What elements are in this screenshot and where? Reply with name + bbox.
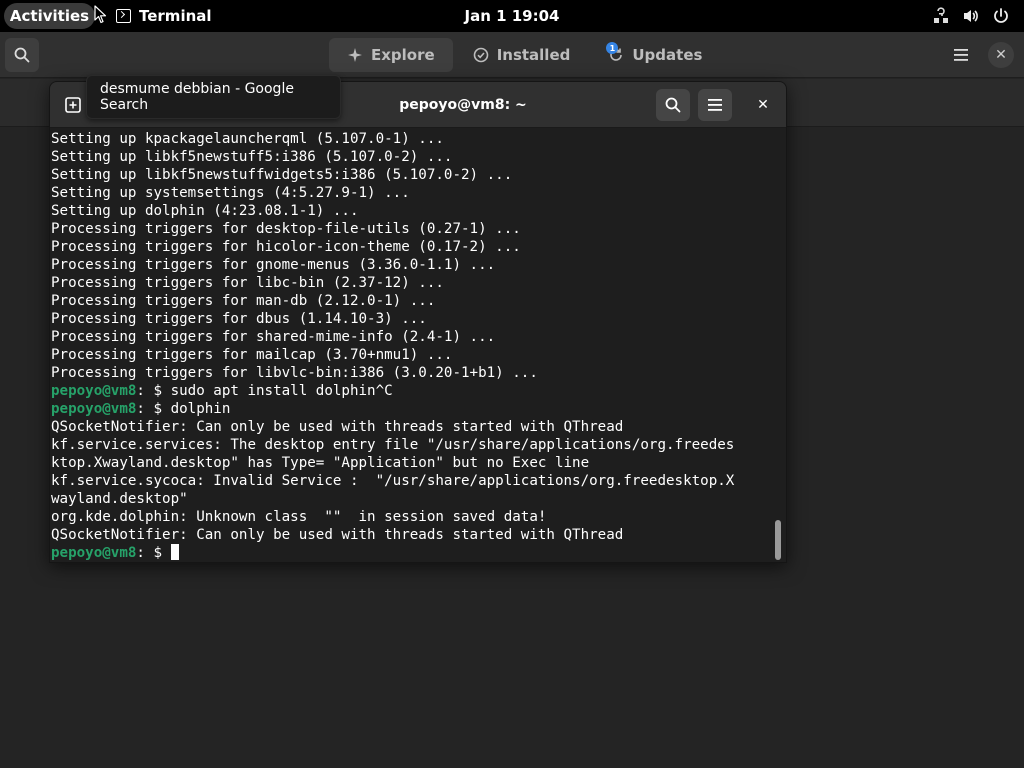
terminal-output-line: Setting up systemsettings (4:5.27.9-1) .…	[51, 184, 773, 202]
terminal-search-button[interactable]	[656, 89, 690, 121]
hamburger-menu-icon	[708, 99, 722, 111]
terminal-icon	[116, 9, 131, 23]
output-text: wayland.desktop"	[51, 491, 188, 507]
terminal-output-line: Processing triggers for dbus (1.14.10-3)…	[51, 310, 773, 328]
terminal-output-line: Setting up libkf5newstuffwidgets5:i386 (…	[51, 166, 773, 184]
mouse-pointer-icon	[94, 5, 107, 24]
terminal-output-line: Processing triggers for man-db (2.12.0-1…	[51, 292, 773, 310]
tab-updates-label: Updates	[632, 46, 703, 64]
output-text: Setting up libkf5newstuffwidgets5:i386 (…	[51, 167, 513, 183]
terminal-output-line: Processing triggers for shared-mime-info…	[51, 328, 773, 346]
tab-installed[interactable]: Installed	[455, 38, 589, 72]
tab-tooltip: desmume debbian - Google Search	[86, 75, 341, 119]
terminal-output-line: org.kde.dolphin: Unknown class "" in ses…	[51, 508, 773, 526]
output-text: Processing triggers for mailcap (3.70+nm…	[51, 347, 453, 363]
sparkle-icon	[348, 48, 362, 62]
terminal-cursor	[170, 544, 179, 560]
terminal-output-line: kf.service.services: The desktop entry f…	[51, 436, 773, 454]
output-text: Processing triggers for libvlc-bin:i386 …	[51, 365, 538, 381]
output-text: QSocketNotifier: Can only be used with t…	[51, 419, 624, 435]
terminal-menu-button[interactable]	[698, 89, 732, 121]
terminal-output[interactable]: Setting up kpackagelauncherqml (5.107.0-…	[51, 130, 773, 562]
hamburger-menu-icon	[954, 49, 968, 61]
terminal-output-line: Setting up libkf5newstuff5:i386 (5.107.0…	[51, 148, 773, 166]
terminal-output-line: QSocketNotifier: Can only be used with t…	[51, 418, 773, 436]
tab-updates[interactable]: 1 Updates	[590, 38, 720, 72]
terminal-prompt-line: pepoyo@vm8: $ dolphin	[51, 400, 773, 418]
terminal-output-line: Processing triggers for desktop-file-uti…	[51, 220, 773, 238]
output-text: Setting up libkf5newstuff5:i386 (5.107.0…	[51, 149, 453, 165]
activities-label: Activities	[9, 7, 90, 25]
output-text: Setting up kpackagelauncherqml (5.107.0-…	[51, 131, 444, 147]
tab-installed-label: Installed	[496, 46, 571, 64]
prompt-user: pepoyo@vm8	[51, 383, 137, 399]
terminal-output-line: Processing triggers for libc-bin (2.37-1…	[51, 274, 773, 292]
software-menu-button[interactable]	[944, 38, 978, 72]
output-text: Processing triggers for desktop-file-uti…	[51, 221, 521, 237]
output-text: ktop.Xwayland.desktop" has Type= "Applic…	[51, 455, 590, 471]
output-text: Setting up systemsettings (4:5.27.9-1) .…	[51, 185, 410, 201]
app-menu-label: Terminal	[139, 7, 212, 25]
network-unknown-icon	[934, 7, 948, 23]
prompt-suffix: : $	[136, 545, 171, 561]
search-icon	[14, 47, 30, 63]
software-search-button[interactable]	[5, 38, 39, 72]
prompt-command: dolphin	[170, 401, 231, 417]
terminal-output-line: Processing triggers for gnome-menus (3.3…	[51, 256, 773, 274]
prompt-user: pepoyo@vm8	[51, 401, 137, 417]
output-text: Processing triggers for shared-mime-info…	[51, 329, 496, 345]
terminal-output-line: Setting up dolphin (4:23.08.1-1) ...	[51, 202, 773, 220]
terminal-close-button[interactable]: ✕	[750, 92, 776, 118]
check-circle-icon	[473, 47, 488, 63]
tab-explore-label: Explore	[371, 46, 435, 64]
output-text: kf.service.sycoca: Invalid Service : "/u…	[51, 473, 735, 489]
prompt-command: sudo apt install dolphin^C	[170, 383, 393, 399]
software-tabs: Explore Installed 1 Updates	[329, 38, 720, 72]
output-text: Processing triggers for libc-bin (2.37-1…	[51, 275, 444, 291]
system-tray[interactable]	[932, 0, 1010, 32]
close-icon: ✕	[995, 47, 1007, 63]
output-text: Processing triggers for dbus (1.14.10-3)…	[51, 311, 427, 327]
software-header: Explore Installed 1 Updates ✕	[0, 32, 1024, 78]
output-text: Setting up dolphin (4:23.08.1-1) ...	[51, 203, 359, 219]
prompt-suffix: : $	[136, 383, 171, 399]
terminal-output-line: Processing triggers for mailcap (3.70+nm…	[51, 346, 773, 364]
terminal-prompt-line: pepoyo@vm8: $	[51, 544, 773, 562]
output-text: kf.service.services: The desktop entry f…	[51, 437, 735, 453]
terminal-window[interactable]: pepoyo@vm8: ~ ✕ Setting up kpackagelaunc…	[49, 81, 787, 563]
power-icon	[994, 8, 1008, 23]
tooltip-text: desmume debbian - Google Search	[100, 81, 294, 113]
refresh-icon-wrap: 1	[606, 42, 624, 63]
terminal-output-line: kf.service.sycoca: Invalid Service : "/u…	[51, 472, 773, 490]
output-text: QSocketNotifier: Can only be used with t…	[51, 527, 624, 543]
prompt-suffix: : $	[136, 401, 171, 417]
output-text: Processing triggers for gnome-menus (3.3…	[51, 257, 496, 273]
output-text: org.kde.dolphin: Unknown class "" in ses…	[51, 509, 547, 525]
terminal-output-line: QSocketNotifier: Can only be used with t…	[51, 526, 773, 544]
volume-icon	[964, 10, 978, 22]
clock[interactable]: Jan 1 19:04	[464, 7, 559, 25]
terminal-output-line: wayland.desktop"	[51, 490, 773, 508]
software-close-button[interactable]: ✕	[988, 42, 1014, 68]
tab-explore[interactable]: Explore	[329, 38, 453, 72]
terminal-output-line: ktop.Xwayland.desktop" has Type= "Applic…	[51, 454, 773, 472]
terminal-output-line: Processing triggers for libvlc-bin:i386 …	[51, 364, 773, 382]
close-icon: ✕	[757, 97, 769, 113]
terminal-scrollbar[interactable]	[775, 520, 781, 560]
terminal-output-line: Setting up kpackagelauncherqml (5.107.0-…	[51, 130, 773, 148]
output-text: Processing triggers for man-db (2.12.0-1…	[51, 293, 436, 309]
prompt-user: pepoyo@vm8	[51, 545, 137, 561]
top-bar: Activities Terminal Jan 1 19:04	[0, 0, 1024, 32]
terminal-prompt-line: pepoyo@vm8: $ sudo apt install dolphin^C	[51, 382, 773, 400]
output-text: Processing triggers for hicolor-icon-the…	[51, 239, 521, 255]
terminal-title: pepoyo@vm8: ~	[399, 97, 527, 113]
app-menu-terminal[interactable]: Terminal	[116, 0, 212, 32]
terminal-output-line: Processing triggers for hicolor-icon-the…	[51, 238, 773, 256]
activities-button[interactable]: Activities	[4, 3, 95, 29]
search-icon	[665, 97, 681, 113]
